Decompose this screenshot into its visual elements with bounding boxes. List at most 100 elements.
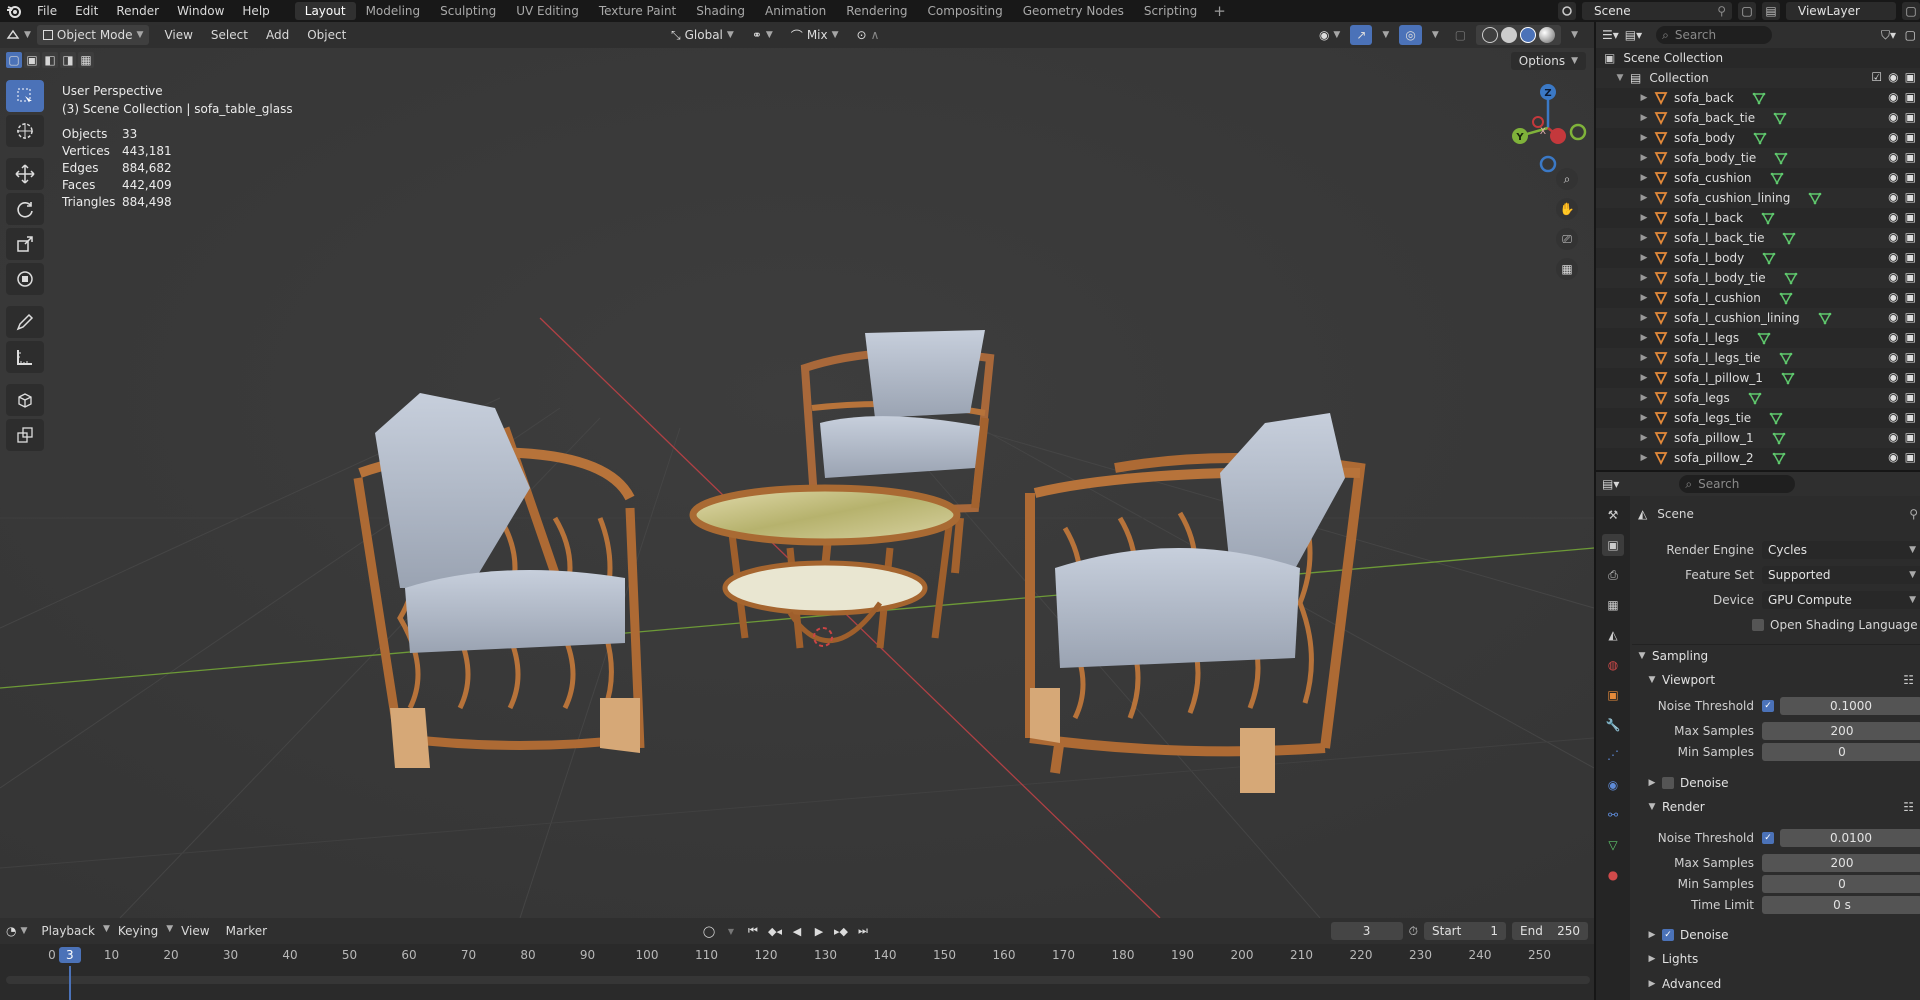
mesh-data-icon[interactable] [1818,311,1832,325]
mesh-data-icon[interactable] [1752,91,1766,105]
menu-edit[interactable]: Edit [66,4,107,18]
menu-add[interactable]: Add [257,28,298,42]
shading-dropdown[interactable]: ▼ [1565,25,1584,45]
outliner-item[interactable]: ▶ sofa_l_body_tie ◉ ▣ [1596,268,1920,288]
chevron-right-icon[interactable]: ▶ [1638,153,1650,163]
blender-logo-icon[interactable] [0,0,28,22]
list-icon[interactable]: ☷ [1903,673,1914,687]
play-icon[interactable]: ▶ [810,922,828,940]
chevron-right-icon[interactable]: ▶ [1638,193,1650,203]
outliner-item[interactable]: ▶ sofa_l_back_tie ◉ ▣ [1596,228,1920,248]
outliner-item[interactable]: ▶ sofa_l_legs ◉ ▣ [1596,328,1920,348]
feature-set-dropdown[interactable]: Supported ▼ [1762,566,1920,584]
new-scene-icon[interactable]: ▢ [1738,2,1756,20]
camera-icon[interactable]: ▣ [1905,330,1916,344]
eye-icon[interactable]: ◉ [1888,90,1898,104]
eye-icon[interactable]: ◉ [1888,350,1898,364]
chevron-right-icon[interactable]: ▶ [1638,333,1650,343]
scene-selector[interactable]: Scene ⚲ [1582,2,1732,20]
select-invert-icon[interactable]: ◨ [60,52,76,68]
material-tab-icon[interactable]: ● [1602,864,1624,886]
overlay-toggle[interactable]: ◎ [1399,25,1422,45]
tab-texture-paint[interactable]: Texture Paint [589,2,686,20]
properties-search-input[interactable]: ⌕ Search [1679,475,1796,493]
render-min-samples-field[interactable]: 0 [1762,875,1920,893]
camera-icon[interactable]: ▣ [1905,190,1916,204]
camera-icon[interactable]: ▣ [1905,270,1916,284]
tab-rendering[interactable]: Rendering [836,2,917,20]
chevron-right-icon[interactable]: ▶ [1638,453,1650,463]
menu-marker[interactable]: Marker [218,924,275,938]
snap-dropdown[interactable]: ⌒ Mix ▼ [785,25,845,45]
outliner-search-input[interactable]: ⌕ Search [1656,26,1773,44]
physics-tab-icon[interactable]: ◉ [1602,774,1624,796]
mesh-data-icon[interactable] [1779,291,1793,305]
viewport-max-samples-field[interactable]: 200 [1762,722,1920,740]
eye-icon[interactable]: ◉ [1888,190,1898,204]
current-frame-field[interactable]: 3 [1330,922,1403,940]
add-cube-tool[interactable] [6,384,44,416]
eye-icon[interactable]: ◉ [1888,390,1898,404]
camera-icon[interactable]: ▣ [1905,350,1916,364]
camera-icon[interactable]: ▣ [1905,410,1916,424]
select-new-icon[interactable]: ▢ [6,52,22,68]
scene-browse-icon[interactable] [1558,2,1576,20]
viewport-denoise-checkbox[interactable] [1662,777,1674,789]
outliner-item[interactable]: ▶ sofa_back_tie ◉ ▣ [1596,108,1920,128]
mesh-data-icon[interactable] [1761,211,1775,225]
rendered-shading-icon[interactable] [1539,27,1556,43]
view-layer-tab-icon[interactable]: ▦ [1602,594,1624,616]
tab-layout[interactable]: Layout [294,2,356,20]
eye-icon[interactable]: ◉ [1888,250,1898,264]
outliner-item[interactable]: ▶ sofa_legs_tie ◉ ▣ [1596,408,1920,428]
overlay-dropdown[interactable]: ▼ [1426,25,1445,45]
outliner-item[interactable]: ▶ sofa_l_body ◉ ▣ [1596,248,1920,268]
render-denoise-header[interactable]: ▶ ✓ Denoise [1632,924,1920,946]
auto-keying-chevron-icon[interactable]: ▼ [722,922,740,940]
chevron-right-icon[interactable]: ▶ [1638,253,1650,263]
device-dropdown[interactable]: GPU Compute ▼ [1762,591,1920,609]
eye-icon[interactable]: ◉ [1888,330,1898,344]
mesh-data-icon[interactable] [1753,131,1767,145]
display-mode-icon[interactable]: ▤▾ [1625,28,1642,42]
eye-icon[interactable]: ◉ [1888,130,1898,144]
neg-x-axis-handle[interactable] [1532,116,1544,128]
neg-z-axis-handle[interactable] [1539,155,1557,173]
camera-icon[interactable]: ▣ [1905,290,1916,304]
measure-tool[interactable] [6,341,44,373]
tab-compositing[interactable]: Compositing [917,2,1012,20]
pin-icon[interactable]: ⚲ [1909,507,1918,521]
xray-toggle[interactable]: ▢ [1449,25,1472,45]
render-engine-dropdown[interactable]: Cycles ▼ [1762,541,1920,559]
move-tool[interactable] [6,158,44,190]
camera-icon[interactable]: ▣ [1905,390,1916,404]
camera-view-icon[interactable]: ⎚ [1556,228,1578,250]
mesh-data-icon[interactable] [1784,271,1798,285]
mesh-data-icon[interactable] [1748,391,1762,405]
mesh-data-icon[interactable] [1772,451,1786,465]
outliner-item[interactable]: ▶ sofa_l_pillow_1 ◉ ▣ [1596,368,1920,388]
render-noise-threshold-checkbox[interactable]: ✓ [1762,832,1774,844]
prev-keyframe-icon[interactable]: ◆◂ [766,922,784,940]
neg-y-axis-handle[interactable] [1569,123,1587,141]
proportional-edit-toggle[interactable]: ⊙ ∧ [851,25,886,45]
eye-icon[interactable]: ◉ [1888,430,1898,444]
tab-scripting[interactable]: Scripting [1134,2,1207,20]
orientation-dropdown[interactable]: ⤡ Global ▼ [665,25,740,45]
constraints-tab-icon[interactable]: ⚯ [1602,804,1624,826]
chevron-right-icon[interactable]: ▶ [1638,373,1650,383]
menu-select[interactable]: Select [202,28,257,42]
menu-help[interactable]: Help [233,4,278,18]
transform-tool[interactable] [6,263,44,295]
viewport-denoise-header[interactable]: ▶ Denoise [1632,772,1920,794]
particles-tab-icon[interactable]: ⋰ [1602,744,1624,766]
add-workspace-button[interactable]: + [1207,2,1232,20]
viewlayer-selector[interactable]: ViewLayer [1786,2,1896,20]
new-viewlayer-icon[interactable]: ▢ [1902,2,1920,20]
chevron-right-icon[interactable]: ▶ [1638,113,1650,123]
noise-threshold-checkbox[interactable]: ✓ [1762,700,1774,712]
outliner-item[interactable]: ▶ sofa_pillow_2 ◉ ▣ [1596,448,1920,468]
pin-icon[interactable]: ⚲ [1717,4,1726,18]
mesh-data-icon[interactable] [1762,251,1776,265]
select-subtract-icon[interactable]: ◧ [42,52,58,68]
